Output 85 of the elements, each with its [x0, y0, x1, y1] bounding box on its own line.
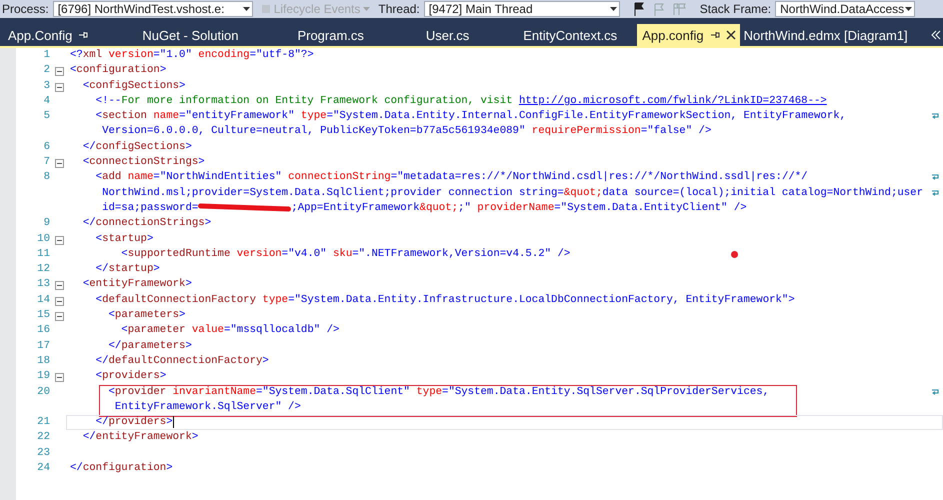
collapse-icon[interactable]: [54, 159, 64, 168]
collapse-icon[interactable]: [54, 236, 64, 245]
dropdown-field[interactable]: [6796] NorthWindTest.vshost.e:: [52, 1, 253, 17]
code-line: </entityFramework>: [82, 431, 198, 444]
caret-icon: [242, 7, 250, 11]
wrap-icon: [932, 388, 940, 396]
code-line: <supportedRuntime version="v4.0" sku=".NETFramework,Version=v4.5.2" />: [120, 248, 570, 260]
line-number: 18: [37, 354, 50, 367]
code-line: <add name="NorthWindEntities" connectionString="metadata=res://*/NorthWind.csdl|res://*/NorthWind.ssdl|res://*/: [94, 171, 808, 184]
line-number: 7: [44, 156, 50, 168]
code-line: </parameters>: [107, 340, 192, 352]
code-line: <parameter value="mssqllocaldb" />: [120, 324, 340, 336]
lifecycle-icon: [260, 4, 271, 14]
code-line: Version=6.0.0.0, Culture=neutral, PublicKeyToken=b77a5c561934e089" requirePermission="false" />: [101, 125, 712, 138]
document-tab[interactable]: App.config: [637, 24, 740, 46]
line-number: 20: [37, 386, 50, 398]
line-number: 5: [44, 110, 50, 122]
collapse-icon[interactable]: [54, 281, 64, 290]
code-line: </configuration>: [70, 462, 173, 474]
pin-icon[interactable]: [710, 30, 720, 40]
line-number: 22: [37, 431, 50, 444]
close-icon[interactable]: [726, 30, 736, 40]
code-line: </providers>: [94, 416, 174, 428]
document-tab[interactable]: Program.cs: [293, 24, 384, 46]
code-line: <entityFramework>: [82, 278, 192, 290]
code-line: <section name="entityFramework" type="System.Data.Entity.Internal.ConfigFile.EntityFrameworkSection, EntityFramework,: [94, 110, 846, 122]
code-line: <connectionStrings>: [82, 156, 205, 168]
wrap-icon: [932, 190, 940, 197]
line-number: 6: [44, 140, 50, 153]
dropdown-field[interactable]: [9472] Main Thread: [424, 1, 620, 17]
document-tab[interactable]: User.cs: [422, 24, 490, 46]
caret-icon: [610, 7, 617, 11]
code-line: NorthWind.msl;provider=System.Data.SqlClient;provider connection string=&quot;data source=(local);initial catalog=NorthWind;user: [101, 186, 924, 199]
code-line: </configSections>: [82, 140, 192, 153]
line-number: 3: [44, 80, 50, 92]
code-line: <providers>: [94, 370, 166, 382]
code-line: <parameters>: [107, 309, 186, 322]
caret-icon: [905, 7, 912, 11]
toolbar-label: Thread:: [378, 2, 420, 16]
line-number: 2: [44, 64, 50, 76]
toolbar-label: Process:: [2, 2, 49, 16]
line-number: 23: [37, 446, 50, 459]
line-number: 21: [37, 416, 50, 428]
line-number: 1: [44, 49, 50, 61]
document-tab[interactable]: NorthWind.edmx [Diagram1]: [740, 24, 928, 46]
wrap-icon: [932, 113, 940, 120]
collapse-icon[interactable]: [54, 67, 64, 76]
collapse-icon[interactable]: [54, 373, 64, 382]
dropdown-field[interactable]: NorthWind.DataAccess: [775, 1, 916, 17]
code-line: id=sa;password= ;App=EntityFramework&quot;;" providerName="System.Data.EntityClient" />: [101, 202, 747, 214]
line-number: 14: [37, 294, 50, 306]
wrap-icon: [932, 174, 940, 182]
code-line: <configuration>: [70, 64, 166, 76]
flag-icon[interactable]: [632, 2, 646, 16]
line-number: 15: [37, 309, 50, 322]
code-line: </startup>: [94, 263, 160, 276]
overflow-icon[interactable]: [931, 30, 941, 40]
line-number: 19: [37, 370, 50, 382]
collapse-icon[interactable]: [54, 82, 64, 92]
line-number: 8: [44, 171, 50, 184]
code-line: <?xml version="1.0" encoding="utf-8"?>: [70, 49, 314, 61]
toolbar-label: Stack Frame:: [700, 2, 772, 16]
caret-icon: [363, 7, 370, 11]
line-number: 24: [37, 462, 50, 474]
line-number: 17: [37, 340, 50, 352]
collapse-icon[interactable]: [54, 312, 64, 322]
line-number: 16: [37, 324, 50, 336]
code-line: </defaultConnectionFactory>: [94, 354, 269, 367]
code-line: <provider invariantName="System.Data.SqlClient" type="System.Data.Entity.SqlServer.SqlProviderServices,: [107, 386, 770, 398]
code-line: <defaultConnectionFactory type="System.Data.Entity.Infrastructure.LocalDbConnectionFactory, EntityFramework">: [94, 294, 795, 306]
code-line: <configSections>: [82, 80, 186, 92]
line-number: 9: [44, 217, 50, 230]
collapse-icon[interactable]: [54, 296, 64, 306]
code-line: <!--For more information on Entity Framework configuration, visit http://go.microsoft.com/fwlink/?LinkID=237468-->: [94, 94, 827, 107]
line-number: 12: [37, 263, 50, 276]
document-tab[interactable]: NuGet - Solution: [138, 24, 258, 46]
line-number: 10: [37, 232, 50, 245]
line-number: 4: [44, 94, 50, 107]
line-number: 11: [37, 248, 50, 260]
code-line: </connectionStrings>: [82, 217, 212, 230]
code-line: <startup>: [94, 232, 154, 245]
document-tab[interactable]: App.Config: [4, 24, 108, 46]
document-tab[interactable]: EntityContext.cs: [519, 24, 638, 46]
line-number: 13: [37, 278, 50, 290]
code-line: EntityFramework.SqlServer" />: [114, 400, 301, 413]
